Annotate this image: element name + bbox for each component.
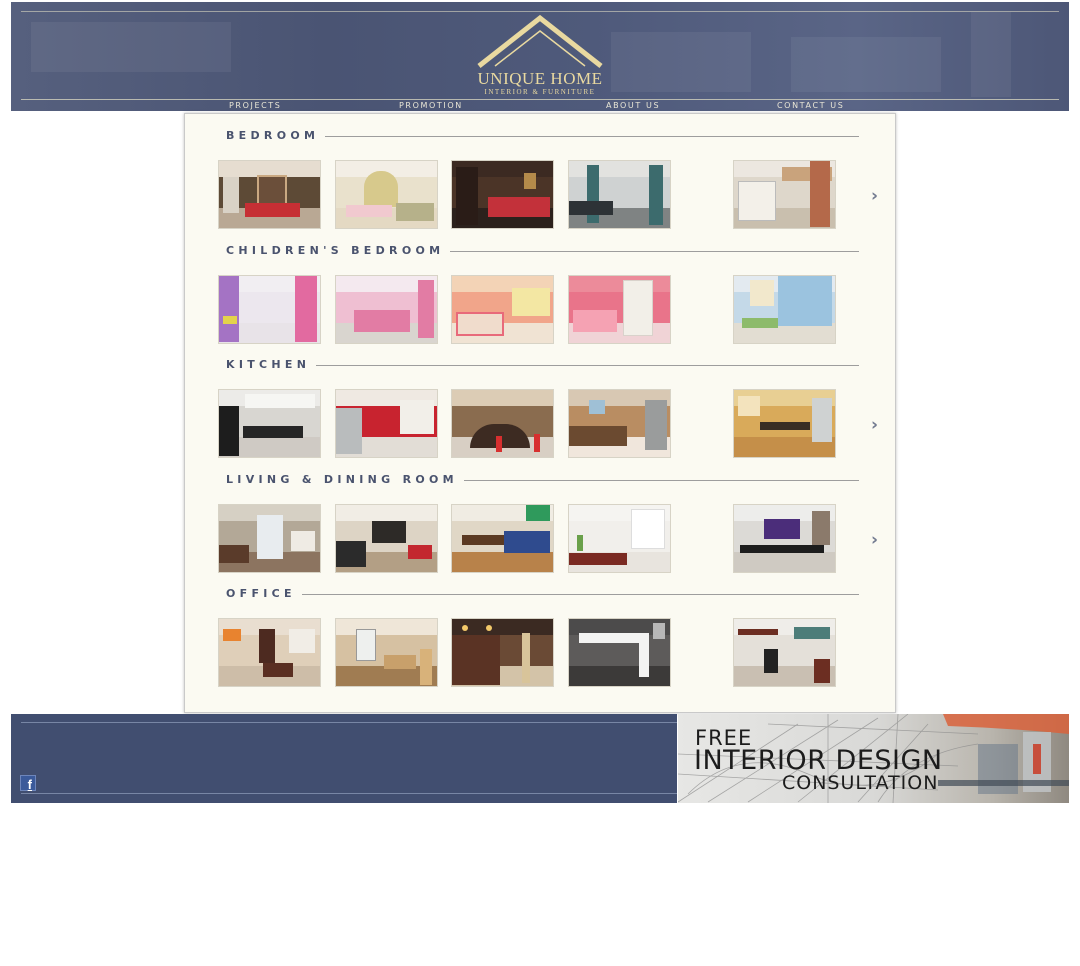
- promo-line-interior-design: INTERIOR DESIGN: [694, 745, 943, 776]
- office-thumbnail-3[interactable]: [451, 618, 554, 687]
- header-bottom-rule: [21, 99, 1059, 100]
- site-footer: f: [11, 714, 677, 803]
- main-nav: PROJECTS PROMOTION ABOUT US CONTACT US: [11, 101, 1069, 111]
- bedroom-thumbnail-4[interactable]: [568, 160, 671, 229]
- facebook-icon[interactable]: f: [20, 775, 36, 792]
- office-thumbnail-2[interactable]: [335, 618, 438, 687]
- header-background-decor: [31, 22, 231, 72]
- section-divider: [226, 594, 859, 595]
- footer-bottom-rule: [21, 793, 677, 794]
- nav-projects[interactable]: PROJECTS: [229, 101, 281, 111]
- living-dining-thumbnail-1[interactable]: [218, 504, 321, 573]
- section-bedroom: BEDROOM ›: [185, 114, 895, 229]
- office-thumbnail-4[interactable]: [568, 618, 671, 687]
- section-office: OFFICE: [185, 572, 895, 687]
- kitchen-thumbnail-2[interactable]: [335, 389, 438, 458]
- office-thumbnail-5[interactable]: [733, 618, 836, 687]
- nav-contact-us[interactable]: CONTACT US: [777, 101, 844, 111]
- section-childrens-bedroom: CHILDREN'S BEDROOM: [185, 229, 895, 344]
- section-title: LIVING & DINING ROOM: [226, 473, 464, 487]
- bedroom-next-arrow[interactable]: ›: [871, 188, 885, 205]
- kitchen-thumbnail-3[interactable]: [451, 389, 554, 458]
- section-title: CHILDREN'S BEDROOM: [226, 244, 451, 258]
- header-top-rule: [21, 11, 1059, 12]
- free-consultation-banner[interactable]: FREE INTERIOR DESIGN CONSULTATION: [678, 714, 1069, 803]
- kitchen-thumbnail-5[interactable]: [733, 389, 836, 458]
- childrens-bedroom-thumbnail-4[interactable]: [568, 275, 671, 344]
- living-dining-thumbnail-3[interactable]: [451, 504, 554, 573]
- nav-about-us[interactable]: ABOUT US: [606, 101, 660, 111]
- bedroom-thumbnail-5[interactable]: [733, 160, 836, 229]
- bedroom-thumbnail-3[interactable]: [451, 160, 554, 229]
- header-background-decor: [791, 37, 941, 92]
- childrens-bedroom-thumbnail-5[interactable]: [733, 275, 836, 344]
- bedroom-thumbnail-2[interactable]: [335, 160, 438, 229]
- gallery-panel: BEDROOM › CHILDREN'S BEDROOM KITCHEN › L…: [184, 113, 896, 713]
- section-header: OFFICE: [226, 587, 859, 601]
- section-header: KITCHEN: [226, 358, 859, 372]
- childrens-bedroom-thumbnail-1[interactable]: [218, 275, 321, 344]
- childrens-bedroom-thumbnail-2[interactable]: [335, 275, 438, 344]
- living-dining-thumbnail-5[interactable]: [733, 504, 836, 573]
- section-header: LIVING & DINING ROOM: [226, 473, 859, 487]
- roof-icon: [477, 14, 603, 68]
- section-header: BEDROOM: [226, 129, 859, 143]
- promo-line-consultation: CONSULTATION: [782, 772, 939, 794]
- kitchen-thumbnail-1[interactable]: [218, 389, 321, 458]
- site-logo[interactable]: UNIQUE HOME INTERIOR & FURNITURE: [473, 14, 607, 98]
- site-header: UNIQUE HOME INTERIOR & FURNITURE PROJECT…: [11, 2, 1069, 111]
- childrens-bedroom-thumbnail-3[interactable]: [451, 275, 554, 344]
- section-title: BEDROOM: [226, 129, 326, 143]
- living-dining-thumbnail-2[interactable]: [335, 504, 438, 573]
- logo-name: UNIQUE HOME: [477, 69, 603, 88]
- section-living-dining-room: LIVING & DINING ROOM ›: [185, 458, 895, 573]
- living-dining-thumbnail-4[interactable]: [568, 504, 671, 573]
- logo-tagline: INTERIOR & FURNITURE: [484, 88, 596, 96]
- section-title: OFFICE: [226, 587, 302, 601]
- office-thumbnail-1[interactable]: [218, 618, 321, 687]
- header-background-decor: [611, 32, 751, 92]
- living-dining-next-arrow[interactable]: ›: [871, 532, 885, 549]
- footer-top-rule: [21, 722, 677, 723]
- section-title: KITCHEN: [226, 358, 317, 372]
- section-kitchen: KITCHEN ›: [185, 343, 895, 458]
- bedroom-thumbnail-1[interactable]: [218, 160, 321, 229]
- section-divider: [226, 365, 859, 366]
- kitchen-thumbnail-4[interactable]: [568, 389, 671, 458]
- section-header: CHILDREN'S BEDROOM: [226, 244, 859, 258]
- nav-promotion[interactable]: PROMOTION: [399, 101, 463, 111]
- kitchen-next-arrow[interactable]: ›: [871, 417, 885, 434]
- header-background-decor: [971, 12, 1011, 97]
